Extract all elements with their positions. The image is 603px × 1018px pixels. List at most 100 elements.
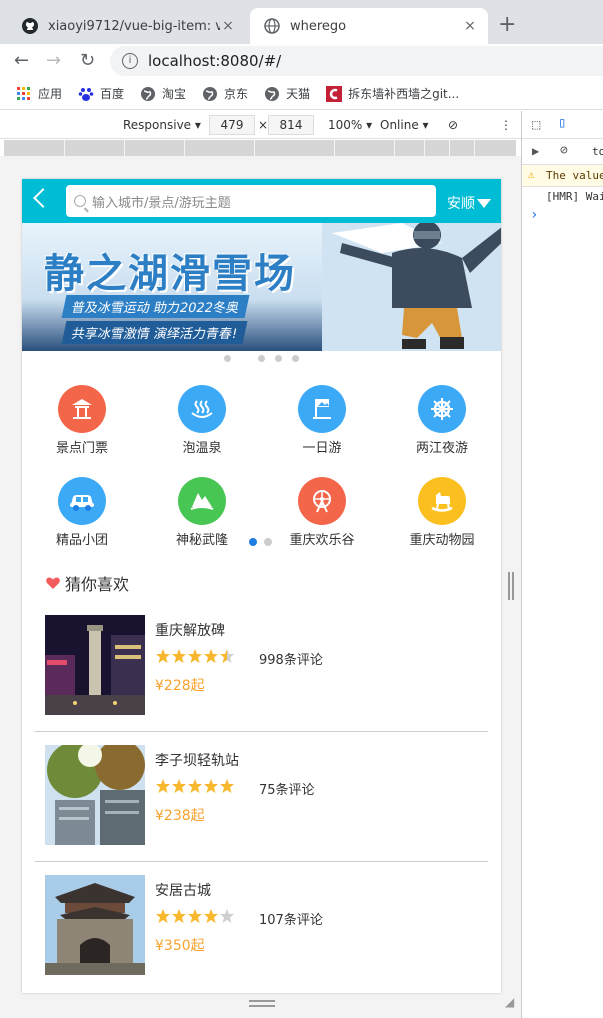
- list-item[interactable]: 重庆解放碑 998条评论 ¥228起: [35, 602, 488, 732]
- category-wulong[interactable]: 神秘武隆: [142, 467, 262, 557]
- globe-icon: [203, 86, 218, 101]
- paw-icon: [78, 87, 94, 101]
- banner-dot[interactable]: [292, 354, 299, 362]
- star-icon: [204, 649, 218, 663]
- console-warning: ⚠ The value: [522, 165, 603, 187]
- category-happy-valley[interactable]: 重庆欢乐谷: [262, 467, 382, 557]
- banner-dot[interactable]: [224, 354, 231, 362]
- section-title-text: 猜你喜欢: [65, 575, 130, 594]
- item-comments: 107条评论: [259, 913, 323, 928]
- item-name: 重庆解放碑: [155, 623, 225, 639]
- list-item[interactable]: 安居古城 107条评论 ¥350起: [35, 862, 488, 992]
- category-pagination: [249, 538, 279, 546]
- clear-console-icon[interactable]: ⊘: [560, 143, 568, 158]
- media-query-bar[interactable]: [4, 140, 516, 156]
- info-icon[interactable]: i: [122, 53, 138, 69]
- mobile-viewport: 输入城市/景点/游玩主题 安顺 静之湖滑雪场 普及冰雪运动 助力2022冬奥 共…: [22, 179, 501, 993]
- category-day-trip[interactable]: 一日游: [262, 375, 382, 465]
- tab-github[interactable]: xiaoyi9712/vue-big-item: vue ×: [8, 8, 246, 44]
- back-icon[interactable]: [33, 188, 53, 208]
- globe-icon: [265, 86, 280, 101]
- bookmark-apps[interactable]: 应用: [16, 85, 62, 102]
- category-label: 两江夜游: [415, 441, 468, 456]
- item-name: 李子坝轻轨站: [155, 753, 239, 769]
- star-icon: [172, 649, 186, 663]
- network-select[interactable]: Online ▾: [380, 118, 429, 132]
- bookmark-baidu[interactable]: 百度: [78, 85, 124, 102]
- corner-resize-icon[interactable]: ◢: [505, 995, 514, 1009]
- search-input[interactable]: 输入城市/景点/游玩主题: [66, 185, 436, 217]
- rating-stars: [155, 778, 235, 794]
- category-hot-spring[interactable]: 泡温泉: [142, 375, 262, 465]
- close-tab-icon[interactable]: ×: [462, 18, 478, 34]
- sidebar-toggle-icon[interactable]: ▶: [532, 144, 539, 158]
- back-arrow-icon[interactable]: ←: [14, 50, 29, 71]
- bookmark-taobao[interactable]: 淘宝: [140, 85, 186, 102]
- zoom-label: 100%: [328, 118, 363, 132]
- heart-icon: [46, 577, 60, 589]
- category-river-night[interactable]: 两江夜游: [382, 375, 501, 465]
- bookmark-label: 京东: [224, 87, 249, 101]
- viewport-resize-handle-right[interactable]: [508, 572, 514, 600]
- bookmark-jd[interactable]: 京东: [202, 85, 248, 102]
- city-label: 安顺: [447, 196, 475, 212]
- car-icon: [58, 477, 106, 525]
- times-sign: ×: [258, 118, 269, 132]
- banner-dot[interactable]: [275, 354, 282, 362]
- more-menu-icon[interactable]: ⋮: [500, 118, 512, 132]
- width-input[interactable]: 479: [209, 115, 255, 135]
- star-icon: [204, 909, 218, 923]
- bookmark-label: 百度: [100, 87, 125, 101]
- category-label: 神秘武隆: [175, 533, 228, 548]
- banner-subtitle-1: 普及冰雪运动 助力2022冬奥: [61, 295, 250, 318]
- height-input[interactable]: 814: [268, 115, 314, 135]
- section-title: 猜你喜欢: [46, 571, 129, 595]
- close-tab-icon[interactable]: ×: [220, 18, 236, 34]
- device-toolbar: Responsive ▾ 479 × 814 100% ▾ Online ▾ ⊘…: [0, 111, 521, 139]
- banner-dot-active[interactable]: [241, 354, 248, 362]
- ship-wheel-icon: [418, 385, 466, 433]
- tab-wherego[interactable]: wherego ×: [250, 8, 488, 44]
- banner-dot[interactable]: [258, 354, 265, 362]
- url-text: localhost:8080/#/: [148, 52, 282, 70]
- inspect-icon[interactable]: ⬚: [532, 117, 540, 133]
- page-dot[interactable]: [264, 538, 272, 546]
- item-price: ¥238起: [155, 808, 205, 824]
- viewport-resize-handle-bottom[interactable]: [249, 1000, 275, 1007]
- device-select[interactable]: Responsive ▾: [123, 118, 201, 132]
- category-grid: 景点门票 泡温泉 一日游 两江夜游 精品小团 神秘武隆 重庆欢乐谷 重庆动物园: [22, 375, 501, 559]
- category-label: 泡温泉: [182, 441, 222, 456]
- category-small-group[interactable]: 精品小团: [22, 467, 142, 557]
- banner-slide[interactable]: 静之湖滑雪场 普及冰雪运动 助力2022冬奥 共享冰雪激情 演绎活力青春!: [22, 223, 501, 351]
- list-item[interactable]: 李子坝轻轨站 75条评论 ¥238起: [35, 732, 488, 862]
- zoom-select[interactable]: 100% ▾: [328, 118, 372, 132]
- console-filter[interactable]: to: [592, 145, 603, 158]
- bookmark-csdn[interactable]: 拆东墙补西墙之git...: [326, 85, 459, 102]
- category-zoo[interactable]: 重庆动物园: [382, 467, 501, 557]
- star-icon: [220, 779, 234, 793]
- rating-stars: [155, 648, 235, 664]
- category-tickets[interactable]: 景点门票: [22, 375, 142, 465]
- category-label: 重庆动物园: [409, 533, 475, 548]
- banner-title: 静之湖滑雪场: [44, 250, 296, 297]
- device-toggle-icon[interactable]: ▯: [558, 115, 566, 131]
- item-name: 安居古城: [155, 883, 211, 899]
- warning-icon: ⚠: [528, 168, 535, 181]
- warning-text: The value: [546, 169, 603, 182]
- star-icon: [220, 909, 234, 923]
- page-dot-active[interactable]: [249, 538, 257, 546]
- pavilion-icon: [58, 385, 106, 433]
- city-selector[interactable]: 安顺: [447, 193, 491, 213]
- console-prompt[interactable]: ›: [530, 207, 538, 223]
- url-input[interactable]: i localhost:8080/#/: [110, 46, 603, 76]
- jiefangbei-thumbnail: [45, 615, 145, 715]
- devtools-tabs-row: ⬚ ▯: [522, 111, 603, 139]
- search-placeholder: 输入城市/景点/游玩主题: [92, 195, 231, 211]
- bookmark-tmall[interactable]: 天猫: [264, 85, 310, 102]
- search-icon: [74, 195, 86, 207]
- new-tab-button[interactable]: +: [498, 12, 516, 37]
- rotate-icon[interactable]: ⊘: [448, 118, 458, 132]
- star-icon: [156, 909, 170, 923]
- forward-arrow-icon[interactable]: →: [46, 50, 61, 71]
- reload-icon[interactable]: ↻: [80, 50, 95, 71]
